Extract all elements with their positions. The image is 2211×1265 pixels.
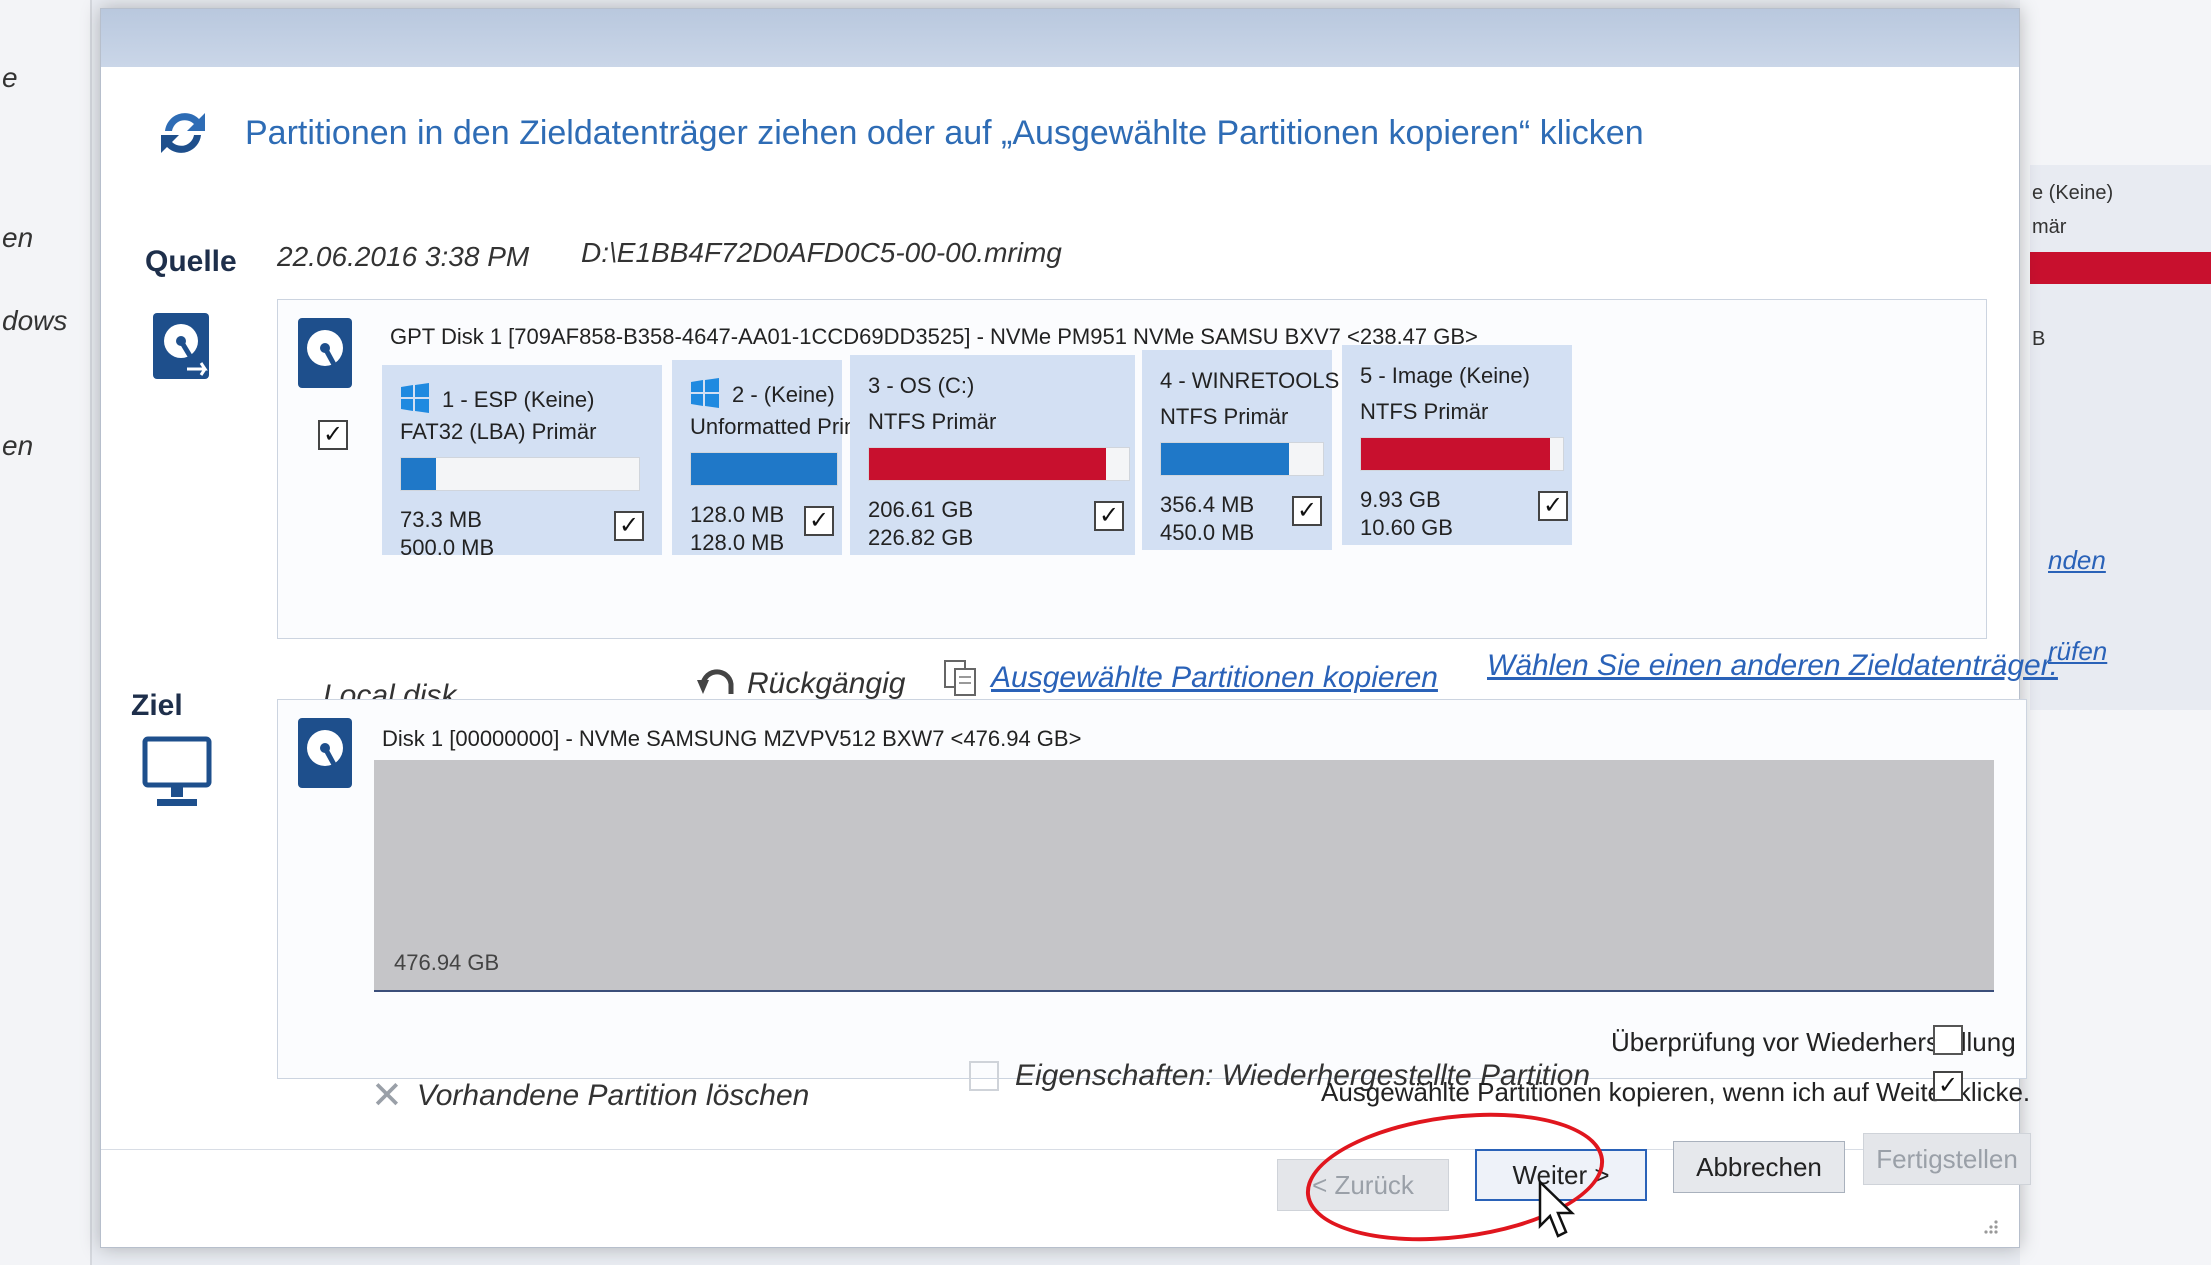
cancel-button[interactable]: Abbrechen (1673, 1141, 1845, 1193)
partition-tile[interactable]: 2 - (Keine) Unformatted Primär 128.0 MB 128… (672, 360, 882, 555)
partition-title: 1 - ESP (Keine) (400, 383, 594, 413)
target-label: Ziel (131, 689, 183, 722)
windows-logo-icon (401, 383, 429, 413)
background-text: mär (2032, 216, 2067, 238)
partition-total-size: 10.60 GB (1360, 515, 1453, 540)
partition-title: 5 - Image (Keine) (1360, 363, 1530, 389)
partition-tile[interactable]: 3 - OS (C:) NTFS Primär 206.61 GB 226.82 GB… (850, 355, 1135, 555)
dialog-title: Partitionen in den Zieldatenträger ziehe… (245, 113, 1644, 152)
source-label: Quelle (145, 245, 237, 278)
partition-used-size: 128.0 MB (690, 502, 785, 527)
copy-selected-partitions-link[interactable]: Ausgewählte Partitionen kopieren (943, 659, 1438, 697)
partition-title-text: 5 - Image (Keine) (1360, 363, 1530, 388)
partition-usage-fill (691, 453, 837, 485)
partition-tile[interactable]: 1 - ESP (Keine) FAT32 (LBA) Primär 73.3 MB… (382, 365, 662, 560)
partition-usage-bar (690, 452, 838, 486)
background-link[interactable]: nden (2048, 545, 2106, 576)
partition-usage-fill (1361, 438, 1551, 470)
partition-tile[interactable]: 5 - Image (Keine) NTFS Primär 9.93 GB 10.60… (1342, 345, 1572, 545)
background-text-fragment: en (2, 430, 34, 461)
delete-partition-label: Vorhandene Partition löschen (416, 1078, 810, 1112)
partition-type: NTFS Primär (1160, 404, 1289, 429)
partition-select-checkbox[interactable]: ✓ (1292, 496, 1322, 526)
finish-button[interactable]: Fertigstellen (1863, 1133, 2031, 1185)
delete-partition-button[interactable]: ✕ Vorhandene Partition löschen (371, 1073, 809, 1118)
copy-selected-partitions-label: Ausgewählte Partitionen kopieren (991, 661, 1438, 694)
choose-other-target-link[interactable]: Wählen Sie einen anderen Zieldatenträger… (1487, 649, 2058, 683)
partition-tile[interactable]: 4 - WINRETOOLS (Keine) NTFS Primär 356.4 M… (1142, 350, 1416, 550)
partition-usage-fill (1161, 443, 1289, 475)
refresh-arrows-icon (161, 113, 205, 153)
undo-arrow-icon (697, 669, 734, 694)
source-date: 22.06.2016 3:38 PM (277, 241, 530, 272)
background-text: B (2032, 328, 2046, 350)
source-disk-panel: ✓ GPT Disk 1 [709AF858-B358-4647-AA01-1C… (277, 299, 1987, 639)
partition-select-checkbox[interactable]: ✓ (804, 506, 834, 536)
partition-select-checkbox[interactable]: ✓ (1538, 491, 1568, 521)
undo-label: Rückgängig (747, 667, 906, 700)
partition-title-text: 1 - ESP (Keine) (442, 387, 595, 412)
partition-total-size: 450.0 MB (1160, 520, 1255, 545)
partition-total-size: 128.0 MB (690, 530, 785, 555)
undo-button[interactable]: Rückgängig (697, 667, 905, 701)
partition-usage-bar (400, 457, 640, 491)
background-text: e (Keine) (2032, 182, 2114, 204)
partition-usage-bar (1360, 437, 1564, 471)
partition-type: NTFS Primär (1360, 399, 1489, 424)
partition-title-text: 3 - OS (C:) (868, 373, 975, 398)
source-path: D:\E1BB4F72D0AFD0C5-00-00.mrimg (581, 237, 1062, 268)
copy-on-next-label: Ausgewählte Partitionen kopieren, wenn i… (1321, 1077, 2031, 1107)
disk-icon (298, 718, 352, 788)
target-disk-header: Disk 1 [00000000] - NVMe SAMSUNG MZVPV51… (382, 726, 1082, 751)
source-disk-header: GPT Disk 1 [709AF858-B358-4647-AA01-1CCD… (390, 324, 1478, 349)
target-free-size: 476.94 GB (394, 950, 500, 975)
verify-before-restore-checkbox[interactable] (1933, 1025, 1963, 1055)
partition-title: 2 - (Keine) (690, 378, 835, 408)
copy-pages-icon (944, 660, 976, 696)
partition-title-text: 2 - (Keine) (732, 382, 835, 407)
disk-select-checkbox[interactable]: ✓ (318, 420, 348, 450)
partition-title: 3 - OS (C:) (868, 373, 974, 399)
disk-icon (298, 318, 352, 388)
background-text-fragment: e (2, 62, 18, 93)
partition-type: NTFS Primär (868, 409, 997, 434)
background-text-fragment: en (2, 222, 34, 253)
partition-used-size: 73.3 MB (400, 507, 482, 532)
partition-usage-fill (869, 448, 1106, 480)
partition-usage-bar (868, 447, 1130, 481)
windows-logo-icon (691, 378, 719, 408)
target-disk-panel: Disk 1 [00000000] - NVMe SAMSUNG MZVPV51… (277, 699, 2027, 1079)
background-text-fragment: dows (2, 305, 68, 336)
dialog-header: Partitionen in den Zieldatenträger ziehe… (151, 101, 1644, 165)
copy-on-next-checkbox[interactable]: ✓ (1933, 1071, 1963, 1101)
image-file-icon (153, 313, 209, 379)
computer-monitor-icon (142, 736, 212, 806)
dialog-titlebar (101, 9, 2019, 67)
partition-used-size: 356.4 MB (1160, 492, 1255, 517)
partition-used-size: 9.93 GB (1360, 487, 1441, 512)
resize-grip-icon[interactable] (1981, 1217, 1999, 1235)
partition-total-size: 226.82 GB (868, 525, 974, 550)
properties-icon (969, 1061, 999, 1091)
partition-used-size: 206.61 GB (868, 497, 974, 522)
background-window-left: e en dows en (0, 0, 92, 1265)
partition-type: FAT32 (LBA) Primär (400, 419, 597, 444)
partition-total-size: 500.0 MB (400, 535, 495, 560)
background-window-right: e (Keine) mär B nden rüfen (2020, 0, 2211, 1265)
partition-select-checkbox[interactable]: ✓ (1094, 501, 1124, 531)
mouse-cursor-icon (1538, 1180, 1576, 1238)
background-panel (2030, 165, 2211, 710)
partition-usage-fill (401, 458, 436, 490)
target-unallocated-area[interactable]: 476.94 GB (374, 760, 1994, 992)
background-usage-bar (2030, 252, 2211, 284)
partition-usage-bar (1160, 442, 1324, 476)
partition-select-checkbox[interactable]: ✓ (614, 511, 644, 541)
restore-dialog: Partitionen in den Zieldatenträger ziehe… (100, 8, 2058, 1248)
delete-x-icon: ✕ (371, 1075, 403, 1117)
